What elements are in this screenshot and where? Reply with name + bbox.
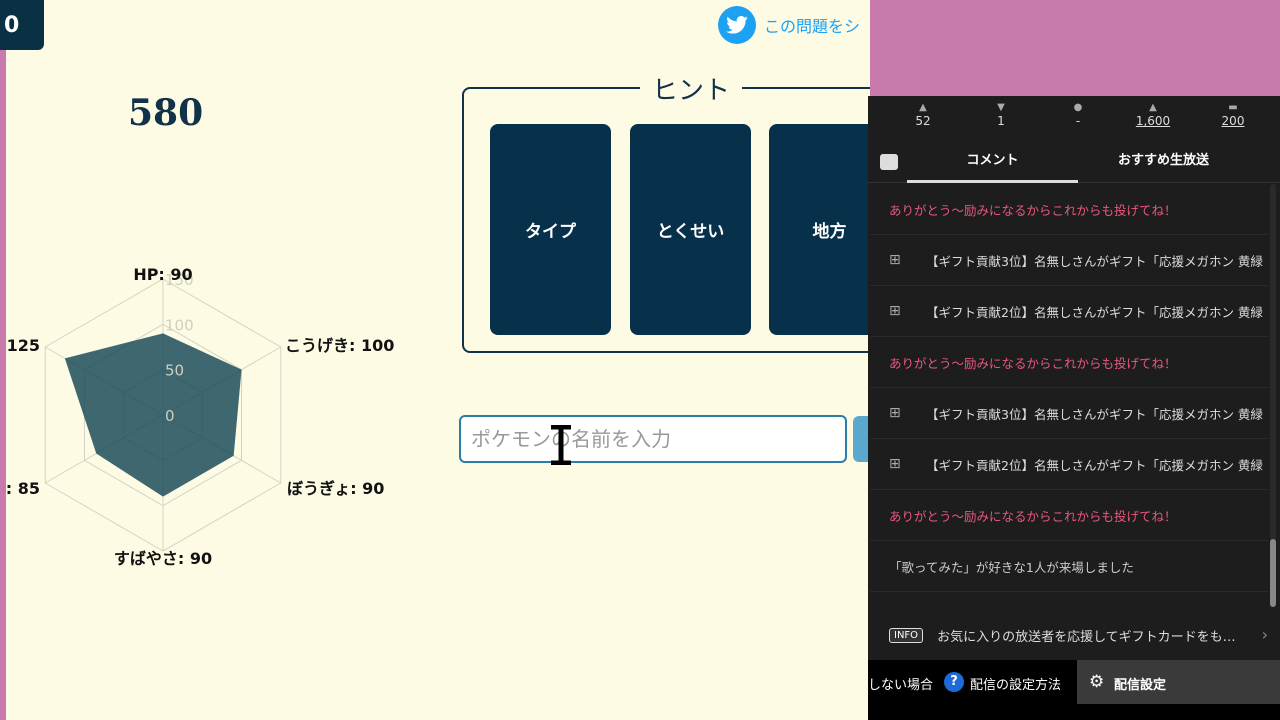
settings-label: 配信設定 <box>1114 678 1167 693</box>
broadcast-side-panel: ▲ 52 ▼ 1 ● - ▲ 1,600 ▬ 200 コメント おすすめ生放送 ありがとう… <box>868 96 1280 720</box>
twitter-icon <box>718 6 756 44</box>
comment-row: ⊞ 【ギフト貢献3位】名無しさんがギフト「応援メガホン 黄緑 <box>870 388 1268 439</box>
gift-icon: ⊞ <box>889 405 901 421</box>
info-badge: INFO <box>889 627 924 643</box>
comment-toggle-icon[interactable] <box>880 154 898 170</box>
ad-count: ● - <box>1048 102 1108 128</box>
point-count[interactable]: ▲ 1,600 <box>1123 102 1183 128</box>
radar-scale-label: 50 <box>165 362 184 380</box>
tab-comments[interactable]: コメント <box>907 144 1078 183</box>
radar-label-hp: HP: 90 <box>133 265 192 284</box>
radar-label-spdef: : 85 <box>6 479 40 498</box>
panel-tabs: コメント おすすめ生放送 <box>868 144 1280 183</box>
pink-background-area <box>870 0 1280 96</box>
radar-scale-label: 100 <box>165 316 194 334</box>
comment-list: ありがとう～励みになるからこれからも投げてね！ ⊞ 【ギフト貢献3位】名無しさんが… <box>870 184 1268 592</box>
hint-card-ability[interactable]: とくせい <box>630 124 751 335</box>
comment-row: ありがとう～励みになるからこれからも投げてね！ <box>870 337 1268 388</box>
noshow-text: しない場合 <box>868 678 934 693</box>
total-base-stats: 580 <box>128 92 204 134</box>
help-link[interactable]: 配信の設定方法 <box>970 674 1061 693</box>
broadcast-settings-button[interactable]: ⚙ 配信設定 <box>1077 660 1280 704</box>
hint-title: ヒント <box>640 70 743 107</box>
comment-row: ありがとう～励みになるからこれからも投げてね！ <box>870 184 1268 235</box>
comment-scroll-thumb[interactable] <box>1270 539 1276 607</box>
radar-stat-polygon <box>64 333 242 497</box>
tab-recommended[interactable]: おすすめ生放送 <box>1078 144 1249 180</box>
info-text: お気に入りの放送者を応援してギフトカードをも… <box>937 629 1236 645</box>
hint-card-region[interactable]: 地方 <box>769 124 870 335</box>
gift-icon: ▬ <box>1228 102 1238 113</box>
gift-count[interactable]: ▬ 200 <box>1203 102 1263 128</box>
tweet-share-link[interactable]: この問題をシ <box>718 6 860 44</box>
radar-label-attack: こうげき: 100 <box>285 336 394 355</box>
pokemon-name-input[interactable] <box>459 415 847 463</box>
stat-radar-chart: 150 100 50 0 HP: 90 こうげき: 100 ぼうぎょ: 90 す… <box>6 265 395 568</box>
radar-label-defense: ぼうぎょ: 90 <box>287 479 384 498</box>
panel-stats-row: ▲ 52 ▼ 1 ● - ▲ 1,600 ▬ 200 <box>868 102 1280 140</box>
gift-icon: ⊞ <box>889 456 901 472</box>
chevron-right-icon: › <box>1261 625 1268 644</box>
gift-icon: ⊞ <box>889 252 901 268</box>
comment-row: ⊞ 【ギフト貢献2位】名無しさんがギフト「応援メガホン 黄緑 <box>870 439 1268 490</box>
gift-icon: ⊞ <box>889 303 901 319</box>
comment-count: ▼ 1 <box>971 102 1031 128</box>
info-banner[interactable]: INFO お気に入りの放送者を応援してギフトカードをも… › <box>868 611 1280 659</box>
quiz-game-area: 0 この問題をシ 580 150 100 50 0 HP: 90 こうげき: 1… <box>0 0 870 720</box>
viewer-count: ▲ 52 <box>893 102 953 128</box>
comment-row: ⊞ 【ギフト貢献3位】名無しさんがギフト「応援メガホン 黄緑 <box>870 235 1268 286</box>
hint-card-type[interactable]: タイプ <box>490 124 611 335</box>
point-icon: ▲ <box>1149 102 1157 113</box>
score-badge: 0 <box>0 0 44 50</box>
comment-row: 「歌ってみた」が好きな1人が来場しました <box>870 541 1268 592</box>
viewer-icon: ▲ <box>919 102 927 113</box>
ad-icon: ● <box>1073 102 1083 113</box>
tweet-label: この問題をシ <box>764 17 861 36</box>
comment-row: ⊞ 【ギフト貢献2位】名無しさんがギフト「応援メガホン 黄緑 <box>870 286 1268 337</box>
comment-count-icon: ▼ <box>997 102 1005 113</box>
gear-icon: ⚙ <box>1089 672 1105 692</box>
panel-bottom-bar: しない場合 ? 配信の設定方法 ⚙ 配信設定 <box>868 660 1280 720</box>
help-icon[interactable]: ? <box>944 672 964 692</box>
radar-label-spatk: 125 <box>7 336 40 355</box>
radar-scale-label: 0 <box>165 407 175 425</box>
radar-label-speed: すばやさ: 90 <box>114 549 212 568</box>
comment-row: ありがとう～励みになるからこれからも投げてね！ <box>870 490 1268 541</box>
text-cursor-icon <box>551 425 571 465</box>
